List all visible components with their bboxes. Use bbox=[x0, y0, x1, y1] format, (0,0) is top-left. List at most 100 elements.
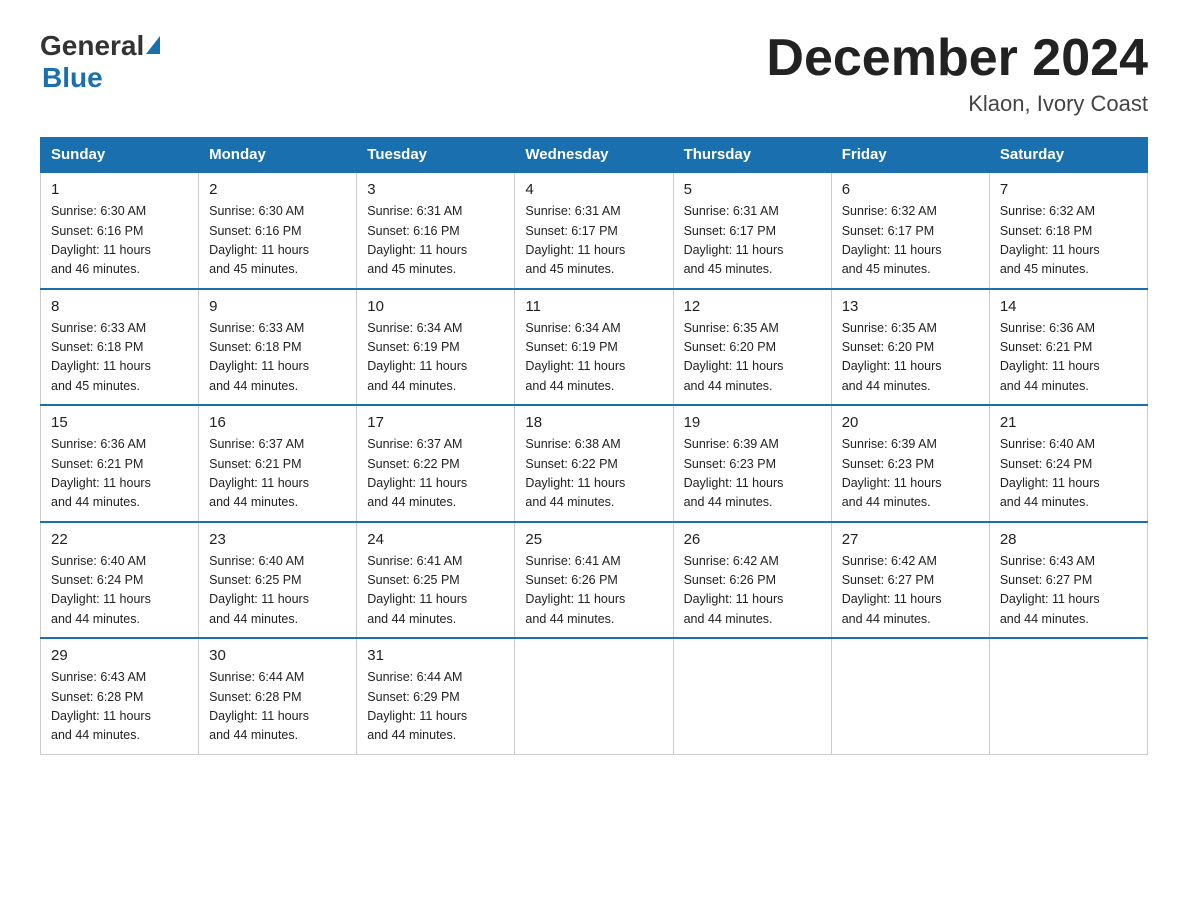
day-info: Sunrise: 6:34 AMSunset: 6:19 PMDaylight:… bbox=[525, 319, 662, 397]
day-info: Sunrise: 6:43 AMSunset: 6:27 PMDaylight:… bbox=[1000, 552, 1137, 630]
logo-triangle-icon bbox=[146, 36, 160, 54]
day-number: 3 bbox=[367, 181, 504, 198]
day-info: Sunrise: 6:35 AMSunset: 6:20 PMDaylight:… bbox=[684, 319, 821, 397]
day-number: 6 bbox=[842, 181, 979, 198]
month-title: December 2024 bbox=[766, 30, 1148, 87]
calendar-day-cell: 24 Sunrise: 6:41 AMSunset: 6:25 PMDaylig… bbox=[357, 522, 515, 639]
logo-blue-text: Blue bbox=[42, 62, 103, 94]
calendar-day-cell: 28 Sunrise: 6:43 AMSunset: 6:27 PMDaylig… bbox=[989, 522, 1147, 639]
day-number: 16 bbox=[209, 414, 346, 431]
day-number: 10 bbox=[367, 298, 504, 315]
day-info: Sunrise: 6:44 AMSunset: 6:28 PMDaylight:… bbox=[209, 668, 346, 746]
calendar-header-sunday: Sunday bbox=[41, 138, 199, 173]
day-info: Sunrise: 6:33 AMSunset: 6:18 PMDaylight:… bbox=[51, 319, 188, 397]
calendar-week-row: 15 Sunrise: 6:36 AMSunset: 6:21 PMDaylig… bbox=[41, 405, 1148, 522]
day-info: Sunrise: 6:37 AMSunset: 6:21 PMDaylight:… bbox=[209, 435, 346, 513]
calendar-header-friday: Friday bbox=[831, 138, 989, 173]
day-info: Sunrise: 6:44 AMSunset: 6:29 PMDaylight:… bbox=[367, 668, 504, 746]
calendar-week-row: 22 Sunrise: 6:40 AMSunset: 6:24 PMDaylig… bbox=[41, 522, 1148, 639]
day-info: Sunrise: 6:40 AMSunset: 6:24 PMDaylight:… bbox=[51, 552, 188, 630]
day-info: Sunrise: 6:33 AMSunset: 6:18 PMDaylight:… bbox=[209, 319, 346, 397]
calendar-day-cell: 25 Sunrise: 6:41 AMSunset: 6:26 PMDaylig… bbox=[515, 522, 673, 639]
day-info: Sunrise: 6:39 AMSunset: 6:23 PMDaylight:… bbox=[684, 435, 821, 513]
calendar-day-cell: 1 Sunrise: 6:30 AMSunset: 6:16 PMDayligh… bbox=[41, 172, 199, 289]
day-info: Sunrise: 6:41 AMSunset: 6:26 PMDaylight:… bbox=[525, 552, 662, 630]
day-info: Sunrise: 6:31 AMSunset: 6:17 PMDaylight:… bbox=[684, 202, 821, 280]
day-number: 29 bbox=[51, 647, 188, 664]
day-info: Sunrise: 6:30 AMSunset: 6:16 PMDaylight:… bbox=[209, 202, 346, 280]
day-number: 28 bbox=[1000, 531, 1137, 548]
day-number: 5 bbox=[684, 181, 821, 198]
calendar-day-cell bbox=[831, 638, 989, 754]
calendar-day-cell: 11 Sunrise: 6:34 AMSunset: 6:19 PMDaylig… bbox=[515, 289, 673, 406]
calendar-day-cell bbox=[673, 638, 831, 754]
day-number: 12 bbox=[684, 298, 821, 315]
day-info: Sunrise: 6:42 AMSunset: 6:27 PMDaylight:… bbox=[842, 552, 979, 630]
day-number: 30 bbox=[209, 647, 346, 664]
day-info: Sunrise: 6:43 AMSunset: 6:28 PMDaylight:… bbox=[51, 668, 188, 746]
day-number: 25 bbox=[525, 531, 662, 548]
calendar-day-cell bbox=[515, 638, 673, 754]
calendar-header-row: SundayMondayTuesdayWednesdayThursdayFrid… bbox=[41, 138, 1148, 173]
day-info: Sunrise: 6:37 AMSunset: 6:22 PMDaylight:… bbox=[367, 435, 504, 513]
calendar-day-cell: 17 Sunrise: 6:37 AMSunset: 6:22 PMDaylig… bbox=[357, 405, 515, 522]
day-number: 15 bbox=[51, 414, 188, 431]
calendar-day-cell: 14 Sunrise: 6:36 AMSunset: 6:21 PMDaylig… bbox=[989, 289, 1147, 406]
calendar-header-tuesday: Tuesday bbox=[357, 138, 515, 173]
day-number: 4 bbox=[525, 181, 662, 198]
calendar-header-saturday: Saturday bbox=[989, 138, 1147, 173]
calendar-day-cell: 16 Sunrise: 6:37 AMSunset: 6:21 PMDaylig… bbox=[199, 405, 357, 522]
day-info: Sunrise: 6:39 AMSunset: 6:23 PMDaylight:… bbox=[842, 435, 979, 513]
calendar-day-cell: 2 Sunrise: 6:30 AMSunset: 6:16 PMDayligh… bbox=[199, 172, 357, 289]
calendar-week-row: 1 Sunrise: 6:30 AMSunset: 6:16 PMDayligh… bbox=[41, 172, 1148, 289]
day-number: 22 bbox=[51, 531, 188, 548]
logo: General Blue bbox=[40, 30, 160, 94]
day-number: 9 bbox=[209, 298, 346, 315]
calendar-day-cell: 29 Sunrise: 6:43 AMSunset: 6:28 PMDaylig… bbox=[41, 638, 199, 754]
calendar-day-cell: 19 Sunrise: 6:39 AMSunset: 6:23 PMDaylig… bbox=[673, 405, 831, 522]
calendar-week-row: 29 Sunrise: 6:43 AMSunset: 6:28 PMDaylig… bbox=[41, 638, 1148, 754]
calendar-day-cell: 31 Sunrise: 6:44 AMSunset: 6:29 PMDaylig… bbox=[357, 638, 515, 754]
day-number: 18 bbox=[525, 414, 662, 431]
title-block: December 2024 Klaon, Ivory Coast bbox=[766, 30, 1148, 117]
logo-general-text: General bbox=[40, 30, 144, 62]
day-info: Sunrise: 6:38 AMSunset: 6:22 PMDaylight:… bbox=[525, 435, 662, 513]
day-info: Sunrise: 6:34 AMSunset: 6:19 PMDaylight:… bbox=[367, 319, 504, 397]
calendar-day-cell bbox=[989, 638, 1147, 754]
day-number: 26 bbox=[684, 531, 821, 548]
calendar-header-wednesday: Wednesday bbox=[515, 138, 673, 173]
day-number: 11 bbox=[525, 298, 662, 315]
calendar-header-thursday: Thursday bbox=[673, 138, 831, 173]
calendar-header-monday: Monday bbox=[199, 138, 357, 173]
day-info: Sunrise: 6:36 AMSunset: 6:21 PMDaylight:… bbox=[1000, 319, 1137, 397]
calendar-day-cell: 10 Sunrise: 6:34 AMSunset: 6:19 PMDaylig… bbox=[357, 289, 515, 406]
calendar-day-cell: 21 Sunrise: 6:40 AMSunset: 6:24 PMDaylig… bbox=[989, 405, 1147, 522]
logo-text: General bbox=[40, 30, 160, 62]
calendar-day-cell: 4 Sunrise: 6:31 AMSunset: 6:17 PMDayligh… bbox=[515, 172, 673, 289]
calendar-day-cell: 12 Sunrise: 6:35 AMSunset: 6:20 PMDaylig… bbox=[673, 289, 831, 406]
day-info: Sunrise: 6:40 AMSunset: 6:24 PMDaylight:… bbox=[1000, 435, 1137, 513]
calendar-day-cell: 15 Sunrise: 6:36 AMSunset: 6:21 PMDaylig… bbox=[41, 405, 199, 522]
day-info: Sunrise: 6:32 AMSunset: 6:17 PMDaylight:… bbox=[842, 202, 979, 280]
day-info: Sunrise: 6:35 AMSunset: 6:20 PMDaylight:… bbox=[842, 319, 979, 397]
day-info: Sunrise: 6:31 AMSunset: 6:16 PMDaylight:… bbox=[367, 202, 504, 280]
calendar-day-cell: 3 Sunrise: 6:31 AMSunset: 6:16 PMDayligh… bbox=[357, 172, 515, 289]
day-number: 20 bbox=[842, 414, 979, 431]
day-number: 27 bbox=[842, 531, 979, 548]
page-header: General Blue December 2024 Klaon, Ivory … bbox=[40, 30, 1148, 117]
calendar-day-cell: 23 Sunrise: 6:40 AMSunset: 6:25 PMDaylig… bbox=[199, 522, 357, 639]
calendar-day-cell: 26 Sunrise: 6:42 AMSunset: 6:26 PMDaylig… bbox=[673, 522, 831, 639]
day-info: Sunrise: 6:36 AMSunset: 6:21 PMDaylight:… bbox=[51, 435, 188, 513]
calendar-day-cell: 20 Sunrise: 6:39 AMSunset: 6:23 PMDaylig… bbox=[831, 405, 989, 522]
calendar-day-cell: 30 Sunrise: 6:44 AMSunset: 6:28 PMDaylig… bbox=[199, 638, 357, 754]
calendar-day-cell: 6 Sunrise: 6:32 AMSunset: 6:17 PMDayligh… bbox=[831, 172, 989, 289]
day-info: Sunrise: 6:41 AMSunset: 6:25 PMDaylight:… bbox=[367, 552, 504, 630]
day-info: Sunrise: 6:40 AMSunset: 6:25 PMDaylight:… bbox=[209, 552, 346, 630]
day-info: Sunrise: 6:30 AMSunset: 6:16 PMDaylight:… bbox=[51, 202, 188, 280]
day-info: Sunrise: 6:42 AMSunset: 6:26 PMDaylight:… bbox=[684, 552, 821, 630]
calendar-day-cell: 8 Sunrise: 6:33 AMSunset: 6:18 PMDayligh… bbox=[41, 289, 199, 406]
day-number: 8 bbox=[51, 298, 188, 315]
calendar-day-cell: 13 Sunrise: 6:35 AMSunset: 6:20 PMDaylig… bbox=[831, 289, 989, 406]
day-number: 1 bbox=[51, 181, 188, 198]
day-number: 17 bbox=[367, 414, 504, 431]
